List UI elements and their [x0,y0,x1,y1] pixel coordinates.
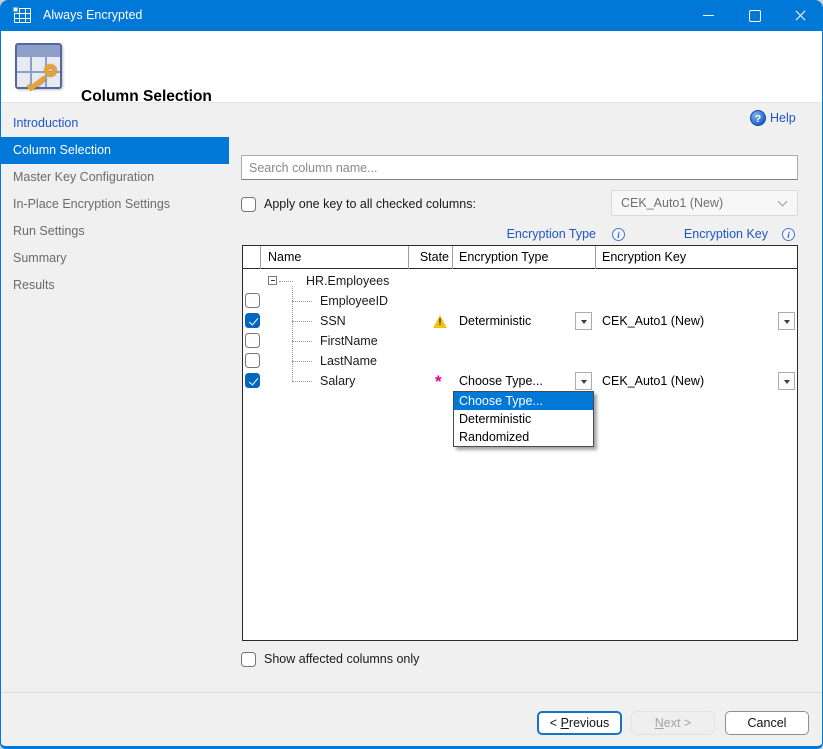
sidebar-item-in-place-encryption-settings: In-Place Encryption Settings [1,191,229,218]
tree-line [292,381,312,382]
encryption-type-link[interactable]: Encryption Type [471,227,596,241]
sidebar-item-column-selection[interactable]: Column Selection [1,137,229,164]
sidebar-item-results: Results [1,272,229,299]
encryption-type-value: Deterministic [459,311,531,331]
apply-one-key-label: Apply one key to all checked columns: [264,197,476,211]
grid-header-state: State [408,246,449,269]
encryption-key-dropdown-button[interactable] [778,312,795,330]
dropdown-option-deterministic[interactable]: Deterministic [454,410,593,428]
row-name: SSN [320,311,346,331]
always-encrypted-wizard-window: Always Encrypted Column Selection Introd… [0,0,823,749]
table-row-ssn[interactable]: SSN Deterministic CEK_Auto1 (New) [243,311,797,331]
grid-header-encryption-key: Encryption Key [602,246,686,269]
show-affected-columns-label: Show affected columns only [264,652,419,666]
encryption-type-dropdown-list: Choose Type... Deterministic Randomized [453,391,594,447]
previous-button[interactable]: < Previous [537,711,622,735]
tree-line [279,281,293,282]
collapse-icon[interactable] [268,276,277,285]
encryption-key-link[interactable]: Encryption Key [641,227,768,241]
row-checkbox-lastname[interactable] [245,353,260,368]
tree-line [292,301,312,302]
grid-header-encryption-type: Encryption Type [459,246,548,269]
page-title: Column Selection [81,88,212,106]
help-icon[interactable]: ? [750,110,766,126]
row-checkbox-employeeid[interactable] [245,293,260,308]
dropdown-option-randomized[interactable]: Randomized [454,428,593,446]
search-column-input[interactable] [241,155,798,180]
maximize-button[interactable] [731,0,777,31]
encryption-key-value: CEK_Auto1 (New) [602,371,704,391]
table-key-icon [13,40,67,94]
encryption-type-info-icon[interactable]: i [612,228,625,241]
row-name: Salary [320,371,355,391]
apply-one-key-checkbox[interactable] [241,197,256,212]
row-checkbox-salary[interactable] [245,373,260,388]
apply-key-combobox-value: CEK_Auto1 (New) [621,191,723,215]
sidebar-item-introduction[interactable]: Introduction [1,110,229,137]
tree-line [292,341,312,342]
help-link[interactable]: Help [770,111,796,125]
row-checkbox-ssn[interactable] [245,313,260,328]
dropdown-option-choose-type[interactable]: Choose Type... [454,392,593,410]
encryption-type-dropdown-button[interactable] [575,312,592,330]
wizard-header: Column Selection [1,31,822,103]
row-checkbox-firstname[interactable] [245,333,260,348]
grid-header-row: Name State Encryption Type Encryption Ke… [243,246,797,269]
cancel-button[interactable]: Cancel [725,711,809,735]
row-name: LastName [320,351,377,371]
table-row-firstname[interactable]: FirstName [243,331,797,351]
minimize-button[interactable] [685,0,731,31]
table-row-salary[interactable]: Salary * Choose Type... CEK_Auto1 (New) [243,371,797,391]
tree-line [292,361,312,362]
tree-line [292,321,312,322]
table-row-lastname[interactable]: LastName [243,351,797,371]
table-row-hr-employees[interactable]: HR.Employees [243,271,797,291]
close-button[interactable] [777,0,823,31]
encryption-key-value: CEK_Auto1 (New) [602,311,704,331]
next-button: Next > [631,711,715,735]
apply-key-combobox: CEK_Auto1 (New) [611,190,798,216]
required-asterisk: * [435,372,442,392]
row-name: EmployeeID [320,291,388,311]
title-bar: Always Encrypted [1,0,822,31]
table-row-employeeid[interactable]: EmployeeID [243,291,797,311]
warning-icon [433,315,447,328]
show-affected-columns-checkbox[interactable] [241,652,256,667]
chevron-down-icon [778,197,788,207]
encryption-key-info-icon[interactable]: i [782,228,795,241]
sidebar-item-run-settings: Run Settings [1,218,229,245]
encryption-type-dropdown-button[interactable] [575,372,592,390]
footer-divider [1,692,822,693]
encryption-key-dropdown-button[interactable] [778,372,795,390]
row-name: HR.Employees [306,271,389,291]
sidebar-item-summary: Summary [1,245,229,272]
window-title: Always Encrypted [43,0,142,31]
app-icon [14,8,31,23]
grid-header-name: Name [268,246,301,269]
sidebar-item-master-key-configuration: Master Key Configuration [1,164,229,191]
row-name: FirstName [320,331,378,351]
encryption-type-value: Choose Type... [459,371,543,391]
